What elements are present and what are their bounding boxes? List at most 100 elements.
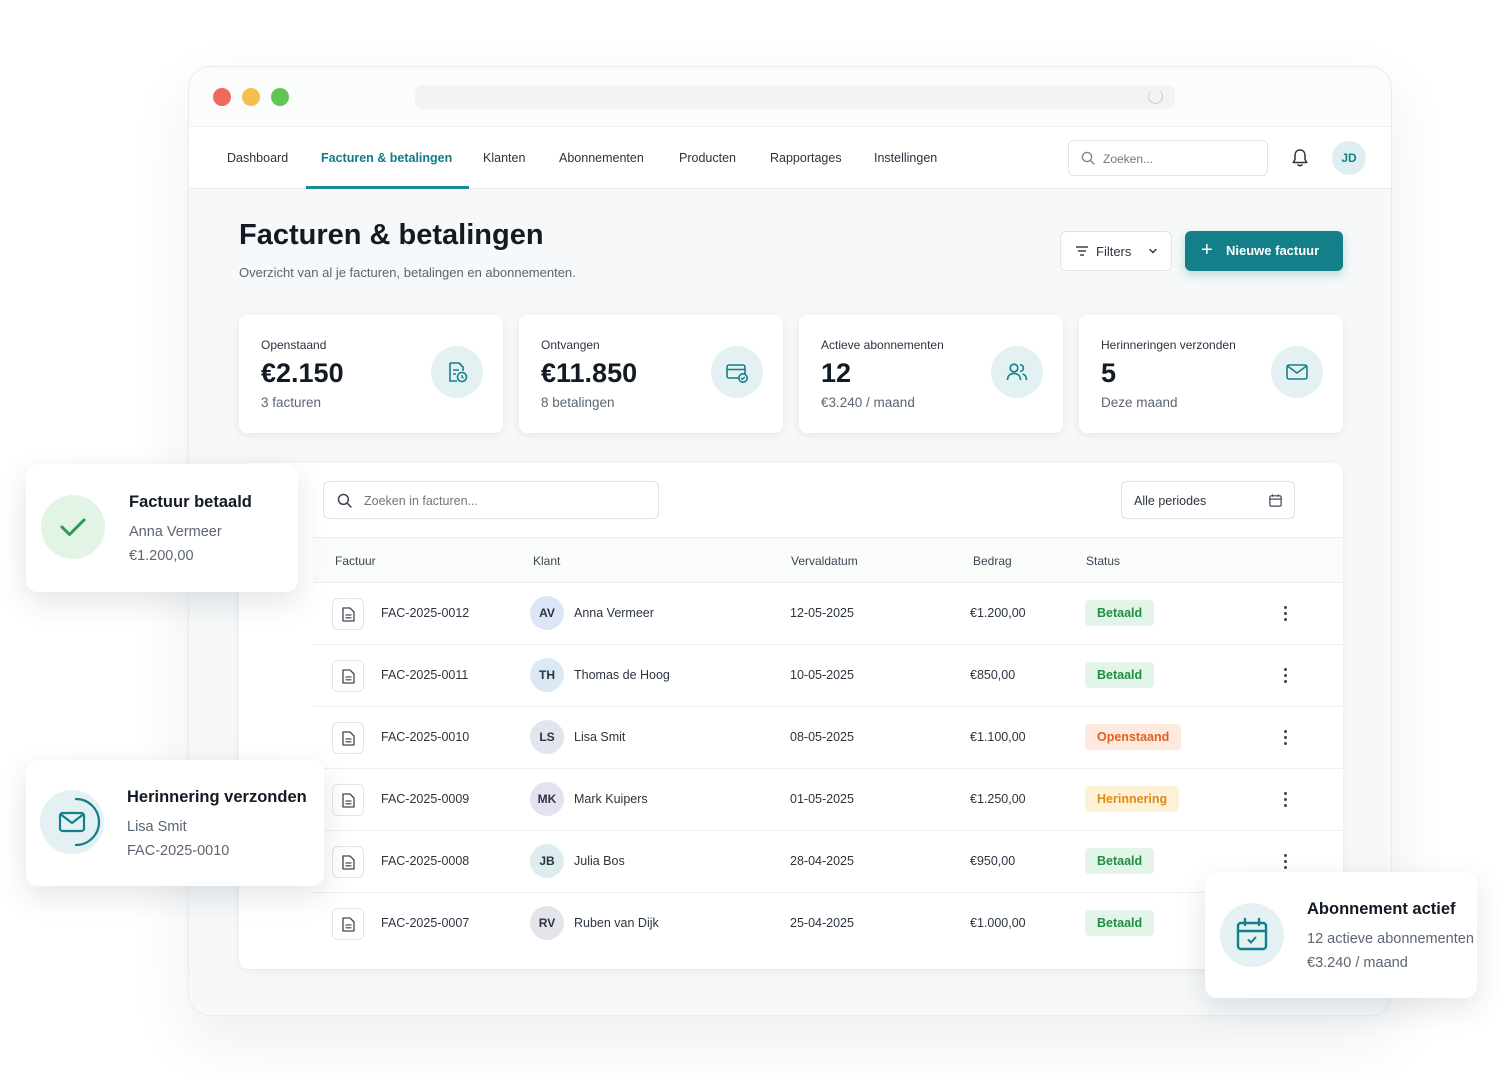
toast-invoice-paid[interactable]: Factuur betaald Anna Vermeer €1.200,00 bbox=[26, 464, 298, 592]
reload-icon[interactable] bbox=[1148, 89, 1163, 104]
client-name: Thomas de Hoog bbox=[574, 668, 670, 682]
client-avatar: MK bbox=[530, 782, 564, 816]
document-icon[interactable] bbox=[332, 846, 364, 878]
client-avatar: JB bbox=[530, 844, 564, 878]
document-icon[interactable] bbox=[332, 660, 364, 692]
column-header-klant[interactable]: Klant bbox=[533, 554, 560, 568]
client-name: Mark Kuipers bbox=[574, 792, 648, 806]
toast-line: Lisa Smit bbox=[127, 819, 187, 835]
document-icon[interactable] bbox=[332, 598, 364, 630]
column-header-vervaldatum[interactable]: Vervaldatum bbox=[791, 554, 858, 568]
stat-card-openstaand[interactable]: Openstaand €2.150 3 facturen bbox=[239, 315, 503, 433]
table-row[interactable]: FAC-2025-0010 LS Lisa Smit 08-05-2025 €1… bbox=[313, 707, 1343, 769]
invoice-number[interactable]: FAC-2025-0011 bbox=[381, 668, 468, 682]
close-window-button[interactable] bbox=[213, 88, 231, 106]
more-options-icon[interactable] bbox=[1279, 603, 1291, 625]
new-invoice-label: Nieuwe factuur bbox=[1226, 243, 1320, 258]
plus-icon: + bbox=[1201, 239, 1213, 261]
toast-title: Factuur betaald bbox=[129, 493, 252, 511]
mail-icon bbox=[1271, 346, 1323, 398]
column-header-bedrag[interactable]: Bedrag bbox=[973, 554, 1012, 568]
stat-label: Actieve abonnementen bbox=[821, 338, 944, 352]
table-row[interactable]: FAC-2025-0008 JB Julia Bos 28-04-2025 €9… bbox=[313, 831, 1343, 893]
amount: €1.100,00 bbox=[970, 730, 1026, 744]
search-icon bbox=[337, 493, 352, 508]
document-icon[interactable] bbox=[332, 722, 364, 754]
stat-card-ontvangen[interactable]: Ontvangen €11.850 8 betalingen bbox=[519, 315, 783, 433]
toast-title: Herinnering verzonden bbox=[127, 788, 307, 806]
page-title: Facturen & betalingen bbox=[239, 219, 544, 251]
new-invoice-button[interactable]: + Nieuwe factuur bbox=[1185, 231, 1343, 271]
more-options-icon[interactable] bbox=[1279, 789, 1291, 811]
stat-card-herinneringen[interactable]: Herinneringen verzonden 5 Deze maand bbox=[1079, 315, 1343, 433]
table-row[interactable]: FAC-2025-0007 RV Ruben van Dijk 25-04-20… bbox=[313, 893, 1343, 955]
minimize-window-button[interactable] bbox=[242, 88, 260, 106]
chevron-down-icon bbox=[1149, 248, 1157, 254]
bell-icon[interactable] bbox=[1291, 148, 1309, 168]
due-date: 12-05-2025 bbox=[790, 606, 854, 620]
client-avatar: AV bbox=[530, 596, 564, 630]
document-icon[interactable] bbox=[332, 784, 364, 816]
toast-reminder-sent[interactable]: Herinnering verzonden Lisa Smit FAC-2025… bbox=[26, 760, 324, 886]
invoice-number[interactable]: FAC-2025-0007 bbox=[381, 916, 469, 930]
due-date: 10-05-2025 bbox=[790, 668, 854, 682]
status-badge: Betaald bbox=[1085, 600, 1155, 626]
invoice-number[interactable]: FAC-2025-0008 bbox=[381, 854, 469, 868]
column-header-status[interactable]: Status bbox=[1086, 554, 1120, 568]
nav-instellingen[interactable]: Instellingen bbox=[874, 127, 937, 189]
table-row[interactable]: FAC-2025-0011 TH Thomas de Hoog 10-05-20… bbox=[313, 645, 1343, 707]
global-search-input[interactable] bbox=[1103, 149, 1253, 169]
client-name: Lisa Smit bbox=[574, 730, 626, 744]
nav-klanten[interactable]: Klanten bbox=[483, 127, 525, 189]
nav-rapportages[interactable]: Rapportages bbox=[770, 127, 842, 189]
toast-line: €3.240 / maand bbox=[1307, 955, 1408, 971]
address-bar[interactable] bbox=[415, 85, 1175, 109]
due-date: 28-04-2025 bbox=[790, 854, 854, 868]
document-icon[interactable] bbox=[332, 908, 364, 940]
toast-subscription-active[interactable]: Abonnement actief 12 actieve abonnemente… bbox=[1205, 872, 1477, 998]
more-options-icon[interactable] bbox=[1279, 851, 1291, 873]
amount: €850,00 bbox=[970, 668, 1016, 682]
period-label: Alle periodes bbox=[1134, 494, 1207, 508]
invoice-search-input[interactable] bbox=[364, 491, 644, 511]
stat-label: Ontvangen bbox=[541, 338, 600, 352]
stat-sub: 3 facturen bbox=[261, 395, 322, 410]
period-select[interactable]: Alle periodes bbox=[1121, 481, 1295, 519]
top-navigation: Dashboard Facturen & betalingen Klanten … bbox=[189, 127, 1391, 189]
search-icon bbox=[1081, 151, 1095, 165]
invoice-search[interactable] bbox=[323, 481, 659, 519]
stat-value: 12 bbox=[821, 358, 852, 388]
invoice-number[interactable]: FAC-2025-0012 bbox=[381, 606, 469, 620]
check-icon bbox=[41, 495, 105, 559]
stat-value: 5 bbox=[1101, 358, 1117, 388]
toast-title: Abonnement actief bbox=[1307, 900, 1456, 918]
window-titlebar bbox=[189, 67, 1391, 127]
stat-value: €2.150 bbox=[261, 358, 344, 388]
active-tab-indicator bbox=[306, 186, 469, 189]
client-avatar: LS bbox=[530, 720, 564, 754]
maximize-window-button[interactable] bbox=[271, 88, 289, 106]
more-options-icon[interactable] bbox=[1279, 665, 1291, 687]
table-row[interactable]: FAC-2025-0012 AV Anna Vermeer 12-05-2025… bbox=[313, 583, 1343, 645]
invoice-number[interactable]: FAC-2025-0010 bbox=[381, 730, 469, 744]
nav-facturen[interactable]: Facturen & betalingen bbox=[321, 127, 452, 189]
user-avatar[interactable]: JD bbox=[1332, 141, 1366, 175]
filters-button[interactable]: Filters bbox=[1060, 231, 1172, 271]
invoice-number[interactable]: FAC-2025-0009 bbox=[381, 792, 469, 806]
client-name: Anna Vermeer bbox=[574, 606, 654, 620]
nav-dashboard[interactable]: Dashboard bbox=[227, 127, 288, 189]
nav-abonnementen[interactable]: Abonnementen bbox=[559, 127, 644, 189]
mail-send-icon bbox=[40, 790, 104, 854]
global-search[interactable] bbox=[1068, 140, 1268, 176]
more-options-icon[interactable] bbox=[1279, 727, 1291, 749]
stat-card-abonnementen[interactable]: Actieve abonnementen 12 €3.240 / maand bbox=[799, 315, 1063, 433]
table-row[interactable]: FAC-2025-0009 MK Mark Kuipers 01-05-2025… bbox=[313, 769, 1343, 831]
status-badge: Betaald bbox=[1085, 662, 1155, 688]
users-icon bbox=[991, 346, 1043, 398]
card-check-icon bbox=[711, 346, 763, 398]
toast-line: €1.200,00 bbox=[129, 548, 194, 564]
column-header-factuur[interactable]: Factuur bbox=[335, 554, 376, 568]
nav-producten[interactable]: Producten bbox=[679, 127, 736, 189]
filter-icon bbox=[1076, 246, 1088, 256]
amount: €1.200,00 bbox=[970, 606, 1026, 620]
